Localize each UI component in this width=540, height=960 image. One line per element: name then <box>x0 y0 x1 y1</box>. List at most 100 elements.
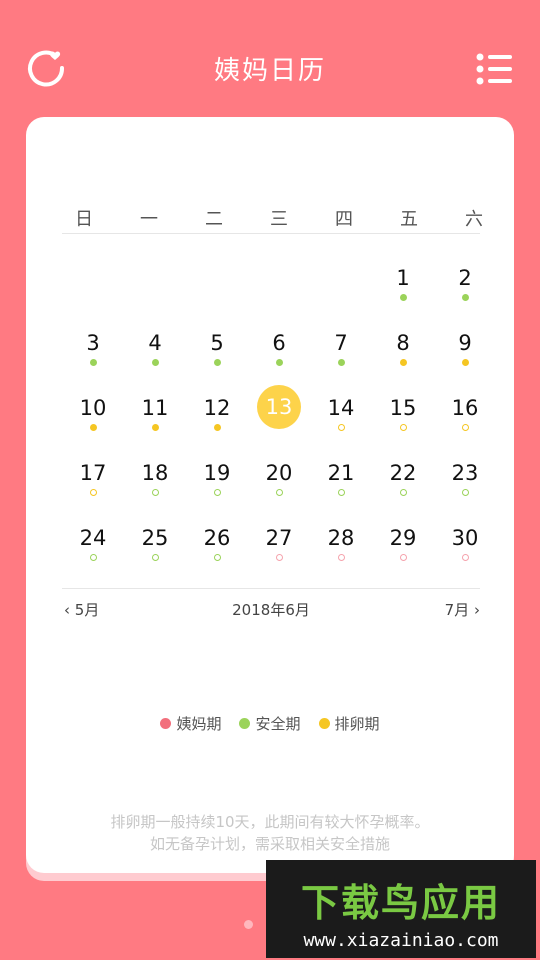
calendar-day[interactable]: 28 <box>310 507 372 572</box>
day-number: 18 <box>141 461 169 485</box>
header-bar: 姨妈日历 <box>0 0 540 135</box>
calendar-day[interactable]: 15 <box>372 377 434 442</box>
cycle-status-dot <box>275 489 283 496</box>
day-number: 13 <box>265 395 293 419</box>
calendar-day[interactable]: 7 <box>310 312 372 377</box>
cycle-status-dot <box>337 489 345 496</box>
calendar-day[interactable]: 26 <box>186 507 248 572</box>
day-number: 9 <box>458 331 472 355</box>
calendar-empty-cell <box>186 247 248 312</box>
cycle-status-dot <box>399 489 407 496</box>
calendar-day[interactable]: 11 <box>124 377 186 442</box>
weekday-label: 一 <box>140 209 158 230</box>
calendar-day[interactable]: 23 <box>434 442 496 507</box>
day-number: 27 <box>265 526 293 550</box>
weekday-label: 二 <box>205 209 223 230</box>
cycle-status-dot <box>151 424 159 431</box>
calendar-day[interactable]: 3 <box>62 312 124 377</box>
cycle-status-dot <box>89 424 97 431</box>
day-number: 12 <box>203 396 231 420</box>
calendar-day[interactable]: 16 <box>434 377 496 442</box>
month-navigation: ‹ 5月 2018年6月 7月 › <box>62 599 480 629</box>
calendar-day[interactable]: 25 <box>124 507 186 572</box>
weekday-label: 三 <box>270 209 288 230</box>
note-line-2: 如无备孕计划，需采取相关安全措施 <box>149 835 390 853</box>
cycle-status-dot <box>461 294 469 301</box>
calendar-day[interactable]: 21 <box>310 442 372 507</box>
day-number: 2 <box>458 266 472 290</box>
calendar-day[interactable]: 17 <box>62 442 124 507</box>
cycle-status-dot <box>89 554 97 561</box>
weekday-label: 四 <box>335 209 353 230</box>
note-line-1: 排卵期一般持续10天，此期间有较大怀孕概率。 <box>110 813 430 831</box>
legend-dot <box>160 718 172 729</box>
day-number: 10 <box>79 396 107 420</box>
cycle-status-dot <box>275 359 283 366</box>
calendar-empty-cell <box>124 247 186 312</box>
cycle-status-dot <box>337 359 345 366</box>
cycle-status-dot <box>213 554 221 561</box>
cycle-status-dot <box>275 554 283 561</box>
calendar-grid: 1 2 3 4 5 6 7 8 9 10 11 12 13 14 15 16 17 18 19 20 21 22 23 24 2… <box>62 247 496 572</box>
calendar-day[interactable]: 27 <box>248 507 310 572</box>
day-number: 20 <box>265 461 293 485</box>
legend-item: 安全期 <box>239 713 301 734</box>
cycle-status-dot <box>151 359 159 366</box>
next-month-button[interactable]: 7月 › <box>445 599 480 620</box>
legend-label: 姨妈期 <box>176 715 222 733</box>
cycle-status-dot <box>89 359 97 366</box>
calendar-empty-cell <box>310 247 372 312</box>
list-menu-icon[interactable] <box>476 53 512 85</box>
calendar-day[interactable]: 9 <box>434 312 496 377</box>
calendar-day[interactable]: 22 <box>372 442 434 507</box>
cycle-status-dot <box>461 554 469 561</box>
calendar-day[interactable]: 10 <box>62 377 124 442</box>
cycle-status-dot <box>151 489 159 496</box>
calendar-day[interactable]: 29 <box>372 507 434 572</box>
cycle-status-dot <box>399 424 407 431</box>
watermark-url: www.xiazainiao.com <box>303 930 499 951</box>
legend-dot <box>318 718 330 729</box>
legend-dot <box>239 718 251 729</box>
calendar-day[interactable]: 5 <box>186 312 248 377</box>
page-title: 姨妈日历 <box>213 56 326 86</box>
day-number: 25 <box>141 526 169 550</box>
calendar-day[interactable]: 30 <box>434 507 496 572</box>
cycle-status-dot <box>89 489 97 496</box>
calendar-empty-cell <box>62 247 124 312</box>
calendar-day[interactable]: 13 <box>248 377 310 442</box>
calendar-day[interactable]: 8 <box>372 312 434 377</box>
divider-top <box>62 233 480 234</box>
calendar-day[interactable]: 6 <box>248 312 310 377</box>
calendar-day[interactable]: 12 <box>186 377 248 442</box>
day-number: 16 <box>451 396 479 420</box>
legend-label: 排卵期 <box>334 715 380 733</box>
chevron-right-icon: › <box>474 601 480 619</box>
note-text: 排卵期一般持续10天，此期间有较大怀孕概率。 如无备孕计划，需采取相关安全措施 <box>26 811 514 855</box>
legend: 姨妈期 安全期 排卵期 <box>26 713 514 734</box>
day-number: 30 <box>451 526 479 550</box>
calendar-day[interactable]: 20 <box>248 442 310 507</box>
cycle-status-dot <box>213 359 221 366</box>
cycle-status-dot <box>399 554 407 561</box>
calendar-day[interactable]: 2 <box>434 247 496 312</box>
day-number: 29 <box>389 526 417 550</box>
watermark-logo: 下载鸟应用 www.xiazainiao.com <box>266 860 536 958</box>
day-number: 22 <box>389 461 417 485</box>
calendar-day[interactable]: 14 <box>310 377 372 442</box>
day-number: 17 <box>79 461 107 485</box>
day-number: 8 <box>396 331 410 355</box>
cycle-status-dot <box>213 489 221 496</box>
calendar-day[interactable]: 19 <box>186 442 248 507</box>
legend-label: 安全期 <box>255 715 301 733</box>
day-number: 24 <box>79 526 107 550</box>
day-number: 19 <box>203 461 231 485</box>
calendar-day[interactable]: 24 <box>62 507 124 572</box>
calendar-day[interactable]: 18 <box>124 442 186 507</box>
cycle-status-dot <box>151 554 159 561</box>
day-number: 4 <box>148 331 162 355</box>
weekday-label: 五 <box>400 209 418 230</box>
calendar-day[interactable]: 4 <box>124 312 186 377</box>
calendar-day[interactable]: 1 <box>372 247 434 312</box>
day-number: 1 <box>396 266 410 290</box>
